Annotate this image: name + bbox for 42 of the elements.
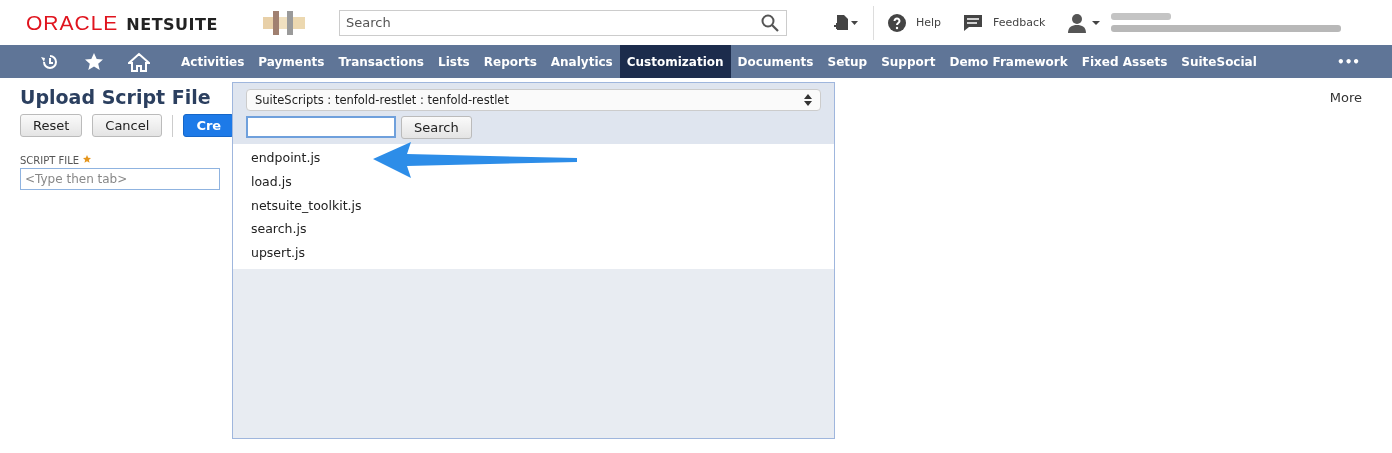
field-label: SCRIPT FILE xyxy=(20,155,80,166)
file-search-field[interactable] xyxy=(246,116,396,138)
help-icon[interactable] xyxy=(888,13,906,32)
nav-tab[interactable]: Payments xyxy=(251,45,332,78)
nav-tab[interactable]: Customization xyxy=(619,45,731,78)
more-menu[interactable]: ••• xyxy=(1337,45,1360,78)
user-icon[interactable] xyxy=(1067,12,1102,33)
nav-tab[interactable]: Reports xyxy=(476,45,544,78)
search-field[interactable]: Search xyxy=(339,9,787,36)
help-link[interactable]: Help xyxy=(916,16,942,29)
search-icon xyxy=(761,13,779,32)
nav-tab[interactable]: Demo Framework xyxy=(942,45,1075,78)
home-icon[interactable] xyxy=(128,51,150,72)
select-arrows-icon xyxy=(804,94,812,106)
nav-tab[interactable]: Lists xyxy=(431,45,477,78)
nav-tab[interactable]: SuiteSocial xyxy=(1174,45,1264,78)
nav-tab[interactable]: Fixed Assets xyxy=(1074,45,1175,78)
oracle-logo: ORACLE xyxy=(26,10,119,35)
script-file-field[interactable]: <Type then tab> xyxy=(20,168,220,190)
file-item[interactable]: search.js xyxy=(233,217,834,242)
file-item[interactable]: upsert.js xyxy=(233,241,834,265)
nav-tab[interactable]: Transactions xyxy=(331,45,431,78)
feedback-link[interactable]: Feedback xyxy=(993,16,1046,29)
star-icon[interactable] xyxy=(84,51,104,72)
nav-tab[interactable]: Analytics xyxy=(543,45,620,78)
new-record-icon[interactable] xyxy=(833,13,859,32)
action-button[interactable]: Reset xyxy=(20,114,83,137)
feedback-icon[interactable] xyxy=(963,13,984,32)
create-button[interactable]: Cre xyxy=(183,114,235,137)
nav-tab[interactable]: Documents xyxy=(730,45,821,78)
nav-tab[interactable]: Setup xyxy=(820,45,875,78)
file-item[interactable]: netsuite_toolkit.js xyxy=(233,193,834,218)
file-item[interactable]: load.js xyxy=(233,169,834,194)
nav-tab[interactable]: Support xyxy=(874,45,943,78)
netsuite-logo: NETSUITE xyxy=(126,14,218,34)
nav-tab[interactable]: Activities xyxy=(174,45,252,78)
folder-select[interactable]: SuiteScripts : tenfold-restlet : tenfold-restlet xyxy=(246,89,821,111)
more-link[interactable]: More xyxy=(1329,89,1362,105)
search-button[interactable]: Search xyxy=(401,116,472,139)
action-button[interactable]: Cancel xyxy=(92,114,163,137)
file-item[interactable]: endpoint.js xyxy=(233,146,834,170)
page-title: Upload Script File xyxy=(20,86,211,108)
